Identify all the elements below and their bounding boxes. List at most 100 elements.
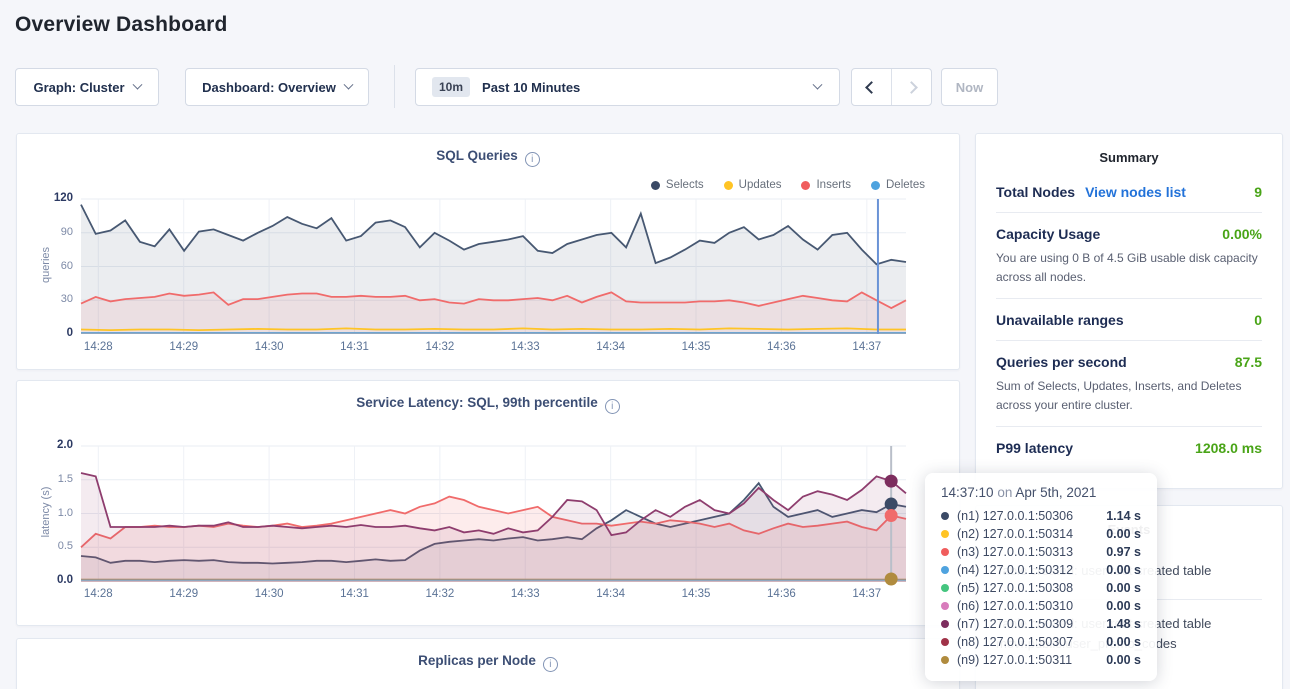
dashboard-dropdown-label: Dashboard: Overview xyxy=(202,80,336,95)
x-axis-tick-label: 14:30 xyxy=(243,588,295,600)
node-color-dot xyxy=(941,566,949,574)
replicas-per-node-chart-card: Replicas per Nodei xyxy=(16,638,960,689)
tooltip-node-row: (n1) 127.0.0.1:50306 1.14 s xyxy=(941,507,1141,525)
summary-panel-title: Summary xyxy=(976,134,1282,165)
summary-row-value: 87.5 xyxy=(1235,354,1262,370)
now-button-label: Now xyxy=(956,80,983,95)
summary-row-value: 1208.0 ms xyxy=(1195,440,1262,456)
y-axis-tick-label: 0.0 xyxy=(25,574,73,586)
tooltip-node-label: (n5) 127.0.0.1:50308 xyxy=(957,581,1073,595)
sql-queries-chart-card: SQL Queriesi SelectsUpdatesInsertsDelete… xyxy=(16,133,960,370)
x-axis-tick-label: 14:33 xyxy=(499,588,551,600)
tooltip-node-row: (n4) 127.0.0.1:503120.00 s xyxy=(941,561,1141,579)
graph-dropdown[interactable]: Graph: Cluster xyxy=(15,68,159,106)
tooltip-node-label: (n6) 127.0.0.1:50310 xyxy=(957,599,1073,613)
tooltip-node-value: 0.97 s xyxy=(1106,545,1141,559)
summary-row-description: Sum of Selects, Updates, Inserts, and De… xyxy=(996,377,1262,414)
overview-dashboard-page: Overview Dashboard Graph: Cluster Dashbo… xyxy=(0,0,1290,689)
summary-row-label: P99 latency xyxy=(996,440,1073,456)
summary-row: Unavailable ranges 0 xyxy=(996,298,1262,340)
x-axis-tick-label: 14:34 xyxy=(585,588,637,600)
chart-plot-area[interactable] xyxy=(81,446,906,581)
page-title: Overview Dashboard xyxy=(15,13,228,37)
time-step-group xyxy=(851,68,932,106)
x-axis-tick-label: 14:31 xyxy=(328,588,380,600)
chart-plot-area[interactable] xyxy=(81,199,906,334)
service-latency-plot[interactable]: 0.00.51.01.52.0latency (s)14:2814:2914:3… xyxy=(17,381,959,625)
tooltip-node-label: (n9) 127.0.0.1:50311 xyxy=(957,653,1072,667)
tooltip-node-value: 1.14 s xyxy=(1106,509,1141,523)
time-range-dropdown[interactable]: 10m Past 10 Minutes xyxy=(415,68,840,106)
time-step-forward-button[interactable] xyxy=(891,69,931,105)
node-color-dot xyxy=(941,548,949,556)
tooltip-node-row: (n8) 127.0.0.1:50307 0.00 s xyxy=(941,633,1141,651)
summary-row-value: 0 xyxy=(1254,312,1262,328)
chart-hover-tooltip: 14:37:10 on Apr 5th, 2021 (n1) 127.0.0.1… xyxy=(925,473,1157,681)
tooltip-node-value: 0.00 s xyxy=(1106,527,1141,541)
x-axis-tick-label: 14:29 xyxy=(158,341,210,353)
x-axis-tick-label: 14:33 xyxy=(499,341,551,353)
x-axis-tick-label: 14:29 xyxy=(158,588,210,600)
tooltip-node-row: (n9) 127.0.0.1:50311 0.00 s xyxy=(941,651,1141,669)
chevron-down-icon xyxy=(813,80,823,90)
toolbar-divider xyxy=(394,65,395,108)
tooltip-node-label: (n7) 127.0.0.1:50309 xyxy=(957,617,1073,631)
tooltip-node-label: (n1) 127.0.0.1:50306 xyxy=(957,509,1073,523)
chevron-left-icon xyxy=(865,81,878,94)
summary-row: P99 latency 1208.0 ms xyxy=(996,426,1262,468)
time-range-badge: 10m xyxy=(432,77,470,97)
summary-row: Capacity Usage 0.00% You are using 0 B of … xyxy=(996,212,1262,298)
node-color-dot xyxy=(941,656,949,664)
summary-row-label: Queries per second xyxy=(996,354,1127,370)
x-axis-tick-label: 14:37 xyxy=(841,588,893,600)
x-axis-tick-label: 14:31 xyxy=(328,341,380,353)
tooltip-node-row: (n5) 127.0.0.1:50308 0.00 s xyxy=(941,579,1141,597)
chevron-down-icon xyxy=(343,79,353,89)
y-axis-tick-label: 120 xyxy=(25,192,73,204)
tooltip-node-value: 0.00 s xyxy=(1106,581,1141,595)
summary-row-description: You are using 0 B of 4.5 GiB usable disk… xyxy=(996,249,1262,286)
dashboard-dropdown[interactable]: Dashboard: Overview xyxy=(185,68,369,106)
summary-row-label: Capacity Usage xyxy=(996,226,1100,242)
view-nodes-list-link[interactable]: View nodes list xyxy=(1085,184,1186,200)
chevron-right-icon xyxy=(905,81,918,94)
tooltip-time: 14:37:10 xyxy=(941,485,994,500)
tooltip-date: Apr 5th, 2021 xyxy=(1015,485,1096,500)
summary-row: Total NodesView nodes list9 xyxy=(996,171,1262,212)
x-axis-tick-label: 14:28 xyxy=(72,341,124,353)
info-icon[interactable]: i xyxy=(543,657,558,672)
tooltip-node-label: (n4) 127.0.0.1:50312 xyxy=(957,563,1073,577)
x-axis-tick-label: 14:35 xyxy=(670,588,722,600)
x-axis-tick-label: 14:28 xyxy=(72,588,124,600)
sql-queries-plot[interactable]: 0306090120queries14:2814:2914:3014:3114:… xyxy=(17,134,959,369)
x-axis-tick-label: 14:36 xyxy=(755,588,807,600)
node-color-dot xyxy=(941,638,949,646)
summary-row-value: 0.00% xyxy=(1222,226,1262,242)
tooltip-node-row: (n3) 127.0.0.1:503130.97 s xyxy=(941,543,1141,561)
x-axis-tick-label: 14:37 xyxy=(841,341,893,353)
y-axis-tick-label: 2.0 xyxy=(25,439,73,451)
y-axis-title: latency (s) xyxy=(40,457,52,567)
x-axis-tick-label: 14:34 xyxy=(585,341,637,353)
node-color-dot xyxy=(941,512,949,520)
y-axis-title: queries xyxy=(40,210,52,320)
tooltip-node-value: 0.00 s xyxy=(1106,599,1141,613)
tooltip-node-value: 1.48 s xyxy=(1106,617,1141,631)
x-axis-tick-label: 14:36 xyxy=(755,341,807,353)
chevron-down-icon xyxy=(132,79,142,89)
time-step-back-button[interactable] xyxy=(852,69,891,105)
node-color-dot xyxy=(941,530,949,538)
tooltip-node-row: (n6) 127.0.0.1:50310 0.00 s xyxy=(941,597,1141,615)
summary-row-value: 9 xyxy=(1254,184,1262,200)
tooltip-node-value: 0.00 s xyxy=(1106,635,1141,649)
time-range-label: Past 10 Minutes xyxy=(482,80,580,95)
tooltip-node-label: (n8) 127.0.0.1:50307 xyxy=(957,635,1073,649)
y-axis-tick-label: 0 xyxy=(25,327,73,339)
x-axis-tick-label: 14:30 xyxy=(243,341,295,353)
summary-panel: Summary Total NodesView nodes list9Capac… xyxy=(975,133,1283,489)
summary-rows: Total NodesView nodes list9Capacity Usag… xyxy=(976,165,1282,468)
tooltip-node-value: 0.00 s xyxy=(1106,653,1141,667)
summary-row-label: Unavailable ranges xyxy=(996,312,1124,328)
now-button[interactable]: Now xyxy=(941,68,998,106)
tooltip-timestamp: 14:37:10 on Apr 5th, 2021 xyxy=(941,485,1141,500)
